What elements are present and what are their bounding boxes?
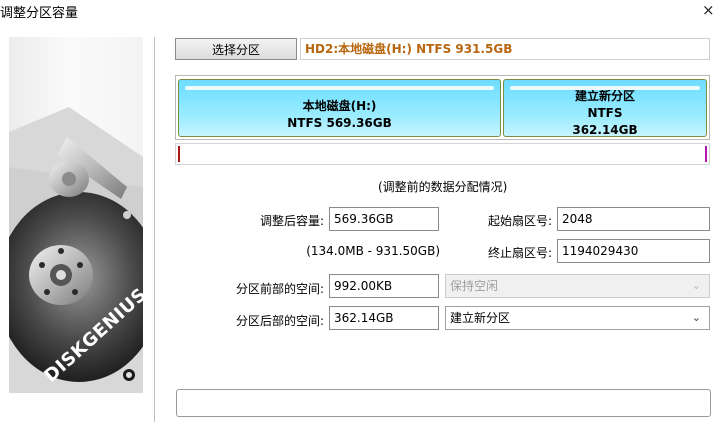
space-before-input[interactable]: 992.00KB [329, 274, 439, 298]
window-title: 调整分区容量 [0, 6, 79, 21]
start-sector-input[interactable]: 2048 [557, 207, 710, 231]
space-after-label: 分区后部的空间: [235, 314, 324, 328]
separator [154, 37, 155, 422]
end-marker[interactable] [705, 146, 707, 162]
partition-map: 本地磁盘(H:) NTFS 569.36GB 建立新分区 NTFS 362.14… [175, 75, 710, 140]
space-after-input[interactable]: 362.14GB [329, 306, 439, 330]
space-after-dropdown[interactable]: 建立新分区 ⌄ [445, 306, 710, 330]
progress-bar [176, 389, 711, 417]
partition-segment-new[interactable]: 建立新分区 NTFS 362.14GB [503, 79, 707, 137]
chevron-down-icon: ⌄ [691, 279, 701, 292]
resize-strip[interactable] [175, 143, 710, 165]
end-sector-label: 终止扇区号: [487, 246, 552, 260]
segment-size: 362.14GB [572, 123, 638, 137]
partition-segment-existing[interactable]: 本地磁盘(H:) NTFS 569.36GB [178, 79, 501, 137]
segment-detail: NTFS 569.36GB [287, 116, 392, 130]
chevron-down-icon[interactable]: ⌄ [692, 307, 701, 329]
select-partition-button[interactable]: 选择分区 [175, 38, 297, 60]
segment-fs: NTFS [587, 106, 623, 120]
space-before-option: 保持空闲 [450, 279, 499, 293]
space-before-label: 分区前部的空间: [235, 282, 324, 296]
close-icon[interactable]: × [702, 2, 715, 18]
new-size-label: 调整后容量: [259, 214, 324, 228]
disk-info-label: HD2:本地磁盘(H:) NTFS 931.5GB [300, 38, 710, 60]
new-size-input[interactable]: 569.36GB [329, 207, 439, 231]
segment-highlight [185, 86, 494, 90]
segment-highlight [510, 86, 700, 90]
segment-name: 本地磁盘(H:) [302, 99, 377, 113]
space-after-option: 建立新分区 [450, 311, 511, 325]
start-marker[interactable] [178, 146, 180, 162]
space-before-dropdown: 保持空闲 ⌄ [445, 274, 710, 298]
start-sector-label: 起始扇区号: [487, 214, 552, 228]
size-range-hint: (134.0MB - 931.50GB) [306, 244, 440, 258]
map-caption: (调整前的数据分配情况) [378, 180, 508, 194]
segment-name: 建立新分区 [574, 89, 635, 103]
end-sector-input[interactable]: 1194029430 [557, 239, 710, 263]
disk-image: DISKGENIUS [9, 37, 143, 393]
